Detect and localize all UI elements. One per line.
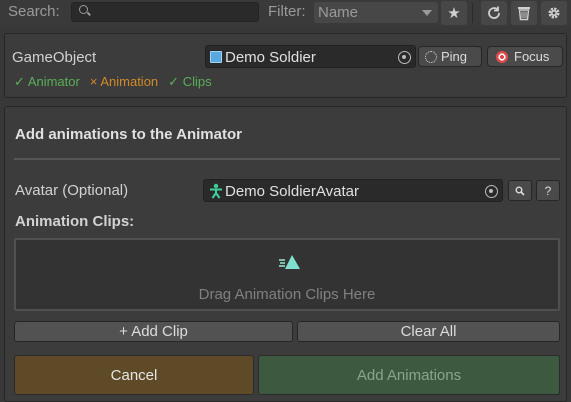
animation-clip-icon: [279, 255, 300, 269]
gameobject-field[interactable]: Demo Soldier: [205, 45, 416, 68]
target-icon: [496, 50, 508, 63]
toolbar: Search: Filter: Name ★: [0, 0, 571, 26]
cross-icon: ×: [89, 74, 98, 89]
find-avatar-button[interactable]: [508, 180, 532, 201]
add-clip-button[interactable]: + Add Clip: [14, 321, 293, 342]
status-animator: ✓ Animator: [14, 74, 80, 89]
component-status-row: ✓ Animator × Animation ✓ Clips: [14, 74, 212, 90]
ping-label: Ping: [441, 49, 468, 64]
cancel-button[interactable]: Cancel: [14, 355, 254, 395]
clear-all-button[interactable]: Clear All: [297, 321, 560, 342]
chevron-down-icon: [422, 10, 432, 16]
star-icon: ★: [447, 5, 461, 22]
search-input[interactable]: [71, 2, 259, 22]
status-animation: × Animation: [89, 74, 159, 89]
search-label: Search:: [8, 3, 60, 20]
clip-drop-zone[interactable]: Drag Animation Clips Here: [14, 238, 560, 311]
avatar-icon: [209, 183, 223, 199]
section-title: Add animations to the Animator: [15, 126, 242, 143]
gameobject-panel: GameObject Demo Soldier Ping Focus ✓ Ani…: [4, 33, 567, 98]
favorite-button[interactable]: ★: [441, 1, 467, 25]
animation-clips-label: Animation Clips:: [15, 213, 135, 230]
search-icon: [79, 5, 88, 14]
object-picker-icon[interactable]: [398, 51, 411, 64]
add-animations-panel: Add animations to the Animator Avatar (O…: [4, 106, 567, 402]
help-icon: ?: [544, 183, 552, 198]
divider: [14, 158, 560, 160]
check-icon: ✓: [168, 74, 180, 89]
filter-label: Filter:: [268, 3, 306, 20]
filter-selected-value: Name: [318, 4, 359, 21]
delete-button[interactable]: [511, 1, 537, 25]
avatar-value: Demo SoldierAvatar: [225, 183, 359, 200]
object-picker-icon[interactable]: [485, 185, 498, 198]
ping-button[interactable]: Ping: [418, 46, 482, 67]
avatar-label: Avatar (Optional): [15, 182, 129, 199]
refresh-button[interactable]: [481, 1, 507, 25]
refresh-icon: [488, 6, 500, 19]
ping-icon: [425, 50, 437, 63]
toolbar-divider: [472, 3, 473, 23]
filter-dropdown[interactable]: Name: [314, 2, 438, 23]
help-button[interactable]: ?: [536, 180, 560, 201]
check-icon: ✓: [14, 74, 25, 89]
gameobject-icon: [210, 51, 222, 63]
trash-icon: [518, 7, 530, 21]
gameobject-value: Demo Soldier: [225, 49, 316, 66]
gear-icon: [548, 7, 560, 19]
focus-button[interactable]: Focus: [487, 46, 563, 67]
settings-button[interactable]: [541, 1, 567, 25]
gameobject-label: GameObject: [12, 49, 97, 66]
focus-label: Focus: [514, 49, 550, 64]
search-icon: [515, 186, 525, 196]
add-animations-button[interactable]: Add Animations: [258, 355, 560, 395]
drop-zone-hint: Drag Animation Clips Here: [198, 286, 376, 303]
avatar-field[interactable]: Demo SoldierAvatar: [203, 179, 503, 202]
status-clips: ✓ Clips: [168, 74, 212, 89]
